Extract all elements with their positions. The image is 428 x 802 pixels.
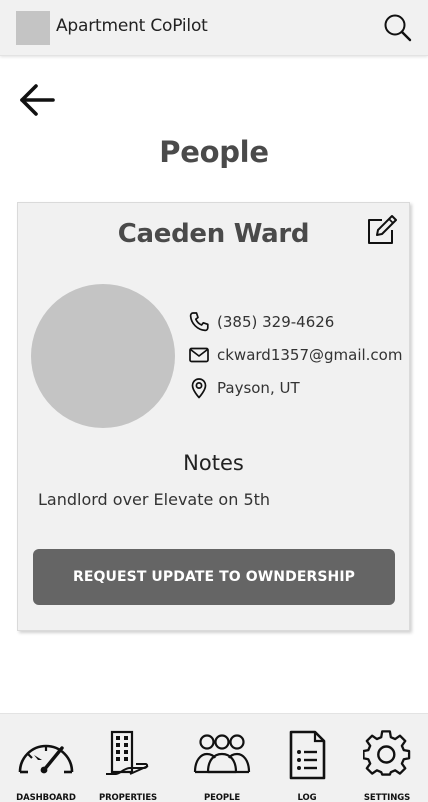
back-button[interactable] [18, 82, 56, 118]
person-card: Caeden Ward (385) 329-4626 ckward1357@gm… [17, 202, 410, 631]
bottom-nav: DASHBOARD PROPERTIES PEOPLE LOG SETTINGS [0, 713, 428, 802]
nav-settings[interactable]: SETTINGS [346, 728, 428, 802]
app-logo[interactable] [16, 11, 50, 45]
location-pin-icon [188, 377, 210, 399]
building-icon [106, 730, 149, 775]
nav-dashboard[interactable]: DASHBOARD [5, 728, 87, 802]
nav-properties[interactable]: PROPERTIES [87, 728, 169, 802]
arrow-left-icon [20, 84, 55, 116]
nav-log[interactable]: LOG [266, 728, 348, 802]
location-row: Payson, UT [188, 377, 300, 399]
nav-label-people: PEOPLE [203, 793, 241, 802]
location-text: Payson, UT [217, 379, 300, 397]
phone-icon [188, 311, 210, 333]
nav-people[interactable]: PEOPLE [181, 728, 263, 802]
app-title: Apartment CoPilot [56, 16, 208, 36]
app-header: Apartment CoPilot [0, 0, 428, 56]
speedometer-icon [18, 744, 74, 774]
phone-number: (385) 329-4626 [217, 313, 335, 331]
nav-label-settings: SETTINGS [363, 793, 411, 802]
search-button[interactable] [382, 12, 414, 44]
nav-label-properties: PROPERTIES [98, 793, 158, 802]
gear-icon [363, 730, 411, 776]
person-name: Caeden Ward [117, 219, 310, 249]
phone-row[interactable]: (385) 329-4626 [188, 311, 334, 333]
request-update-button[interactable]: REQUEST UPDATE TO OWNDERSHIP [33, 549, 395, 605]
people-icon [193, 734, 251, 774]
nav-label-dashboard: DASHBOARD [16, 793, 76, 802]
nav-label-log: LOG [297, 793, 317, 802]
document-icon [289, 730, 326, 780]
notes-heading: Notes [183, 451, 244, 475]
email-row[interactable]: ckward1357@gmail.com [188, 344, 402, 366]
email-address: ckward1357@gmail.com [217, 346, 403, 364]
notes-text: Landlord over Elevate on 5th [38, 490, 271, 509]
mail-icon [188, 344, 210, 366]
edit-icon [368, 215, 397, 244]
avatar [31, 284, 175, 428]
search-icon [384, 14, 412, 42]
edit-button[interactable] [365, 213, 399, 247]
page-title: People [159, 135, 269, 169]
